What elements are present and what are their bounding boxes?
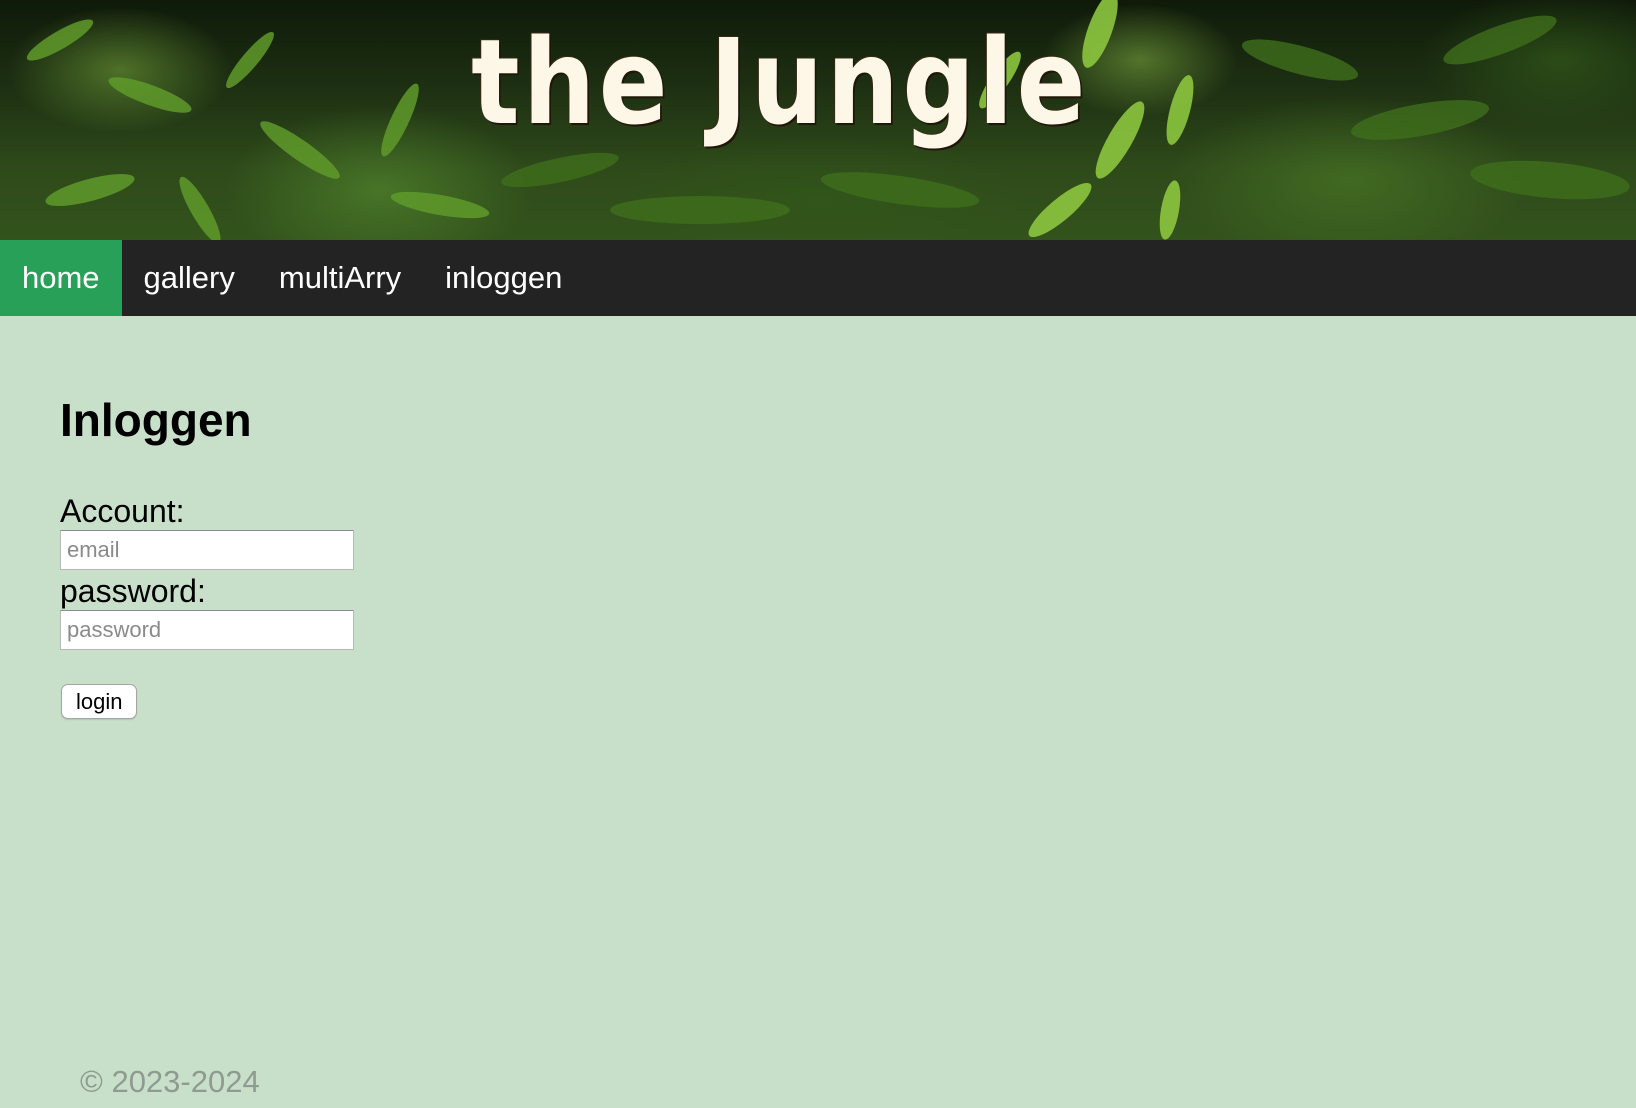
nav-link-inloggen[interactable]: inloggen: [423, 240, 584, 316]
nav-link-home[interactable]: home: [0, 240, 122, 316]
email-input[interactable]: [60, 530, 354, 570]
password-input[interactable]: [60, 610, 354, 650]
nav-link-gallery[interactable]: gallery: [122, 240, 257, 316]
login-section: Inloggen Account: password: login: [60, 390, 354, 719]
page: the Jungle home gallery multiArry inlogg…: [0, 0, 1636, 1108]
account-label: Account:: [60, 493, 185, 529]
page-title: Inloggen: [60, 394, 252, 446]
jungle-banner: the Jungle: [0, 0, 1636, 240]
login-form: Account: password: login: [60, 492, 354, 719]
password-label: password:: [60, 573, 206, 609]
nav-link-multiarry[interactable]: multiArry: [257, 240, 423, 316]
main-navigation: home gallery multiArry inloggen: [0, 240, 1636, 316]
site-title: the Jungle: [471, 13, 1089, 151]
login-button[interactable]: login: [61, 684, 138, 719]
copyright-footer: © 2023-2024: [80, 1064, 260, 1099]
